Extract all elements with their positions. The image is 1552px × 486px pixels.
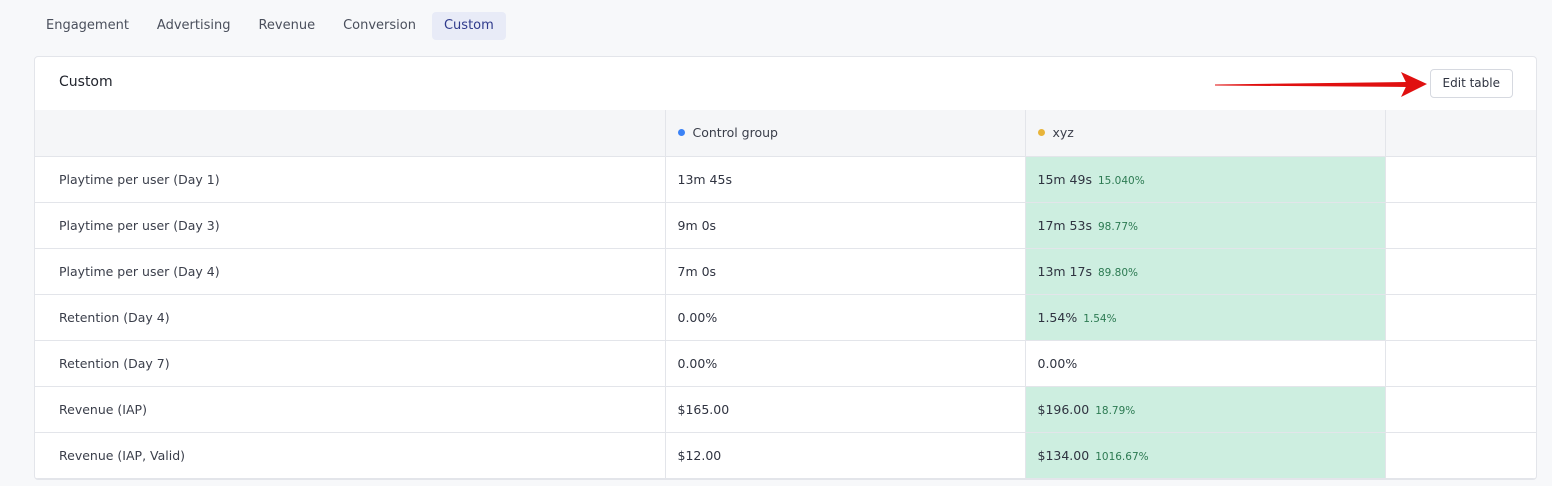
metric-name-cell: Retention (Day 7) [35,340,666,387]
card-title: Custom [59,74,113,90]
empty-cell [1385,432,1536,479]
control-value-cell: 7m 0s [665,248,1026,295]
tab-revenue[interactable]: Revenue [246,12,327,40]
variant-value: 13m 17s [1037,263,1092,279]
variant-value-cell: 17m 53s 98.77% [1025,202,1386,249]
tab-advertising[interactable]: Advertising [145,12,243,40]
variant-value: 17m 53s [1037,217,1092,233]
metrics-table: Control group xyz Playtime per user (Day… [35,110,1536,479]
tab-custom[interactable]: Custom [431,12,506,40]
variant-value: $134.00 [1037,447,1090,463]
variant-value: $196.00 [1037,401,1090,417]
tab-bar: Engagement Advertising Revenue Conversio… [34,12,506,40]
metric-name-cell: Playtime per user (Day 3) [35,202,666,249]
metric-name-cell: Revenue (IAP, Valid) [35,432,666,479]
table-row: Retention (Day 7) 0.00% 0.00% [35,340,1536,387]
empty-cell [1385,386,1536,433]
empty-cell [1385,340,1536,387]
variant-delta: 89.80% [1097,266,1139,279]
variant-value: 0.00% [1037,355,1078,371]
variant-dot-icon [1037,129,1045,137]
variant-delta: 15.040% [1097,174,1145,187]
variant-delta: 1016.67% [1095,450,1149,463]
tab-conversion[interactable]: Conversion [331,12,428,40]
variant-delta: 98.77% [1097,220,1139,233]
variant-value: 15m 49s [1037,171,1092,187]
red-arrow-icon [1215,72,1427,97]
variant-delta: 1.54% [1083,312,1117,325]
control-group-label: Control group [692,125,778,141]
edit-table-button[interactable]: Edit table [1429,69,1513,98]
control-value-cell: 0.00% [665,294,1026,341]
empty-cell [1385,156,1536,203]
table-row: Retention (Day 4) 0.00% 1.54% 1.54% [35,294,1536,341]
variant-value-cell: 1.54% 1.54% [1025,294,1386,341]
control-value-cell: 0.00% [665,340,1026,387]
empty-cell [1385,294,1536,341]
metric-column-header [35,110,666,157]
control-value-cell: 9m 0s [665,202,1026,249]
variant-value-cell: 15m 49s 15.040% [1025,156,1386,203]
column-header-control: Control group [665,110,1026,157]
metric-name-cell: Revenue (IAP) [35,386,666,433]
metric-name-cell: Retention (Day 4) [35,294,666,341]
card-header: Custom Edit table [35,57,1536,111]
table-row: Playtime per user (Day 3) 9m 0s 17m 53s 98.… [35,202,1536,249]
empty-column-header [1385,110,1536,157]
variant-label: xyz [1052,125,1074,141]
table-row: Playtime per user (Day 4) 7m 0s 13m 17s 89.… [35,248,1536,295]
variant-value-cell: $196.00 18.79% [1025,386,1386,433]
tab-engagement[interactable]: Engagement [34,12,141,40]
control-value-cell: $12.00 [665,432,1026,479]
control-value-cell: $165.00 [665,386,1026,433]
variant-value-cell: 0.00% [1025,340,1386,387]
table-row: Revenue (IAP, Valid) $12.00 $134.00 1016.67… [35,432,1536,479]
empty-cell [1385,248,1536,295]
custom-metrics-card: Custom Edit table Control group xyz Play… [34,56,1537,480]
control-group-dot-icon [677,129,685,137]
table-row: Playtime per user (Day 1) 13m 45s 15m 49s 1… [35,156,1536,203]
metric-name-cell: Playtime per user (Day 1) [35,156,666,203]
variant-value: 1.54% [1037,309,1078,325]
column-header-variant: xyz [1025,110,1386,157]
table-row: Revenue (IAP) $165.00 $196.00 18.79% [35,386,1536,433]
table-header-row: Control group xyz [35,110,1536,157]
empty-cell [1385,202,1536,249]
control-value-cell: 13m 45s [665,156,1026,203]
metric-name-cell: Playtime per user (Day 4) [35,248,666,295]
variant-delta: 18.79% [1095,404,1136,417]
variant-value-cell: $134.00 1016.67% [1025,432,1386,479]
variant-value-cell: 13m 17s 89.80% [1025,248,1386,295]
